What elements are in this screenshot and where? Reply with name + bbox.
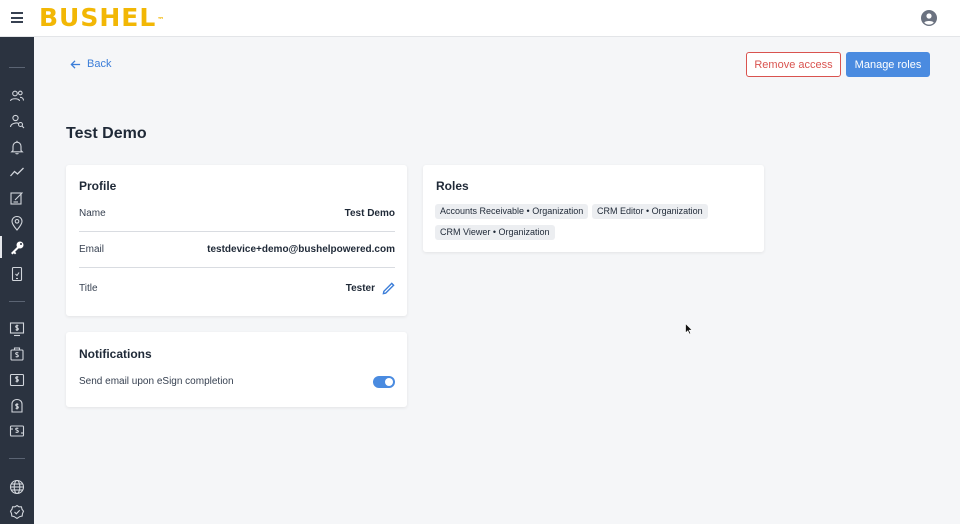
profile-card: Profile Name Test Demo Email testdevice+…	[66, 165, 407, 316]
money-bag-icon[interactable]	[9, 346, 25, 362]
email-value: testdevice+demo@bushelpowered.com	[207, 244, 395, 255]
mouse-cursor-icon	[685, 323, 693, 335]
hamburger-icon[interactable]	[11, 12, 23, 23]
esign-email-toggle[interactable]	[373, 376, 395, 388]
mobile-device-icon[interactable]	[9, 266, 25, 282]
remove-access-button[interactable]: Remove access	[746, 52, 841, 77]
back-label: Back	[87, 58, 112, 70]
roles-card: Roles Accounts Receivable • Organization…	[423, 165, 764, 252]
money-display-icon[interactable]	[9, 321, 25, 337]
logo-trademark: ™	[157, 16, 166, 24]
sidebar	[0, 37, 34, 524]
sidebar-divider	[9, 458, 25, 459]
title-label: Title	[79, 283, 98, 294]
users-group-icon[interactable]	[9, 88, 25, 104]
esign-email-label: Send email upon eSign completion	[79, 376, 234, 387]
check-badge-icon[interactable]	[9, 504, 25, 520]
pencil-edit-icon[interactable]	[382, 282, 395, 295]
role-chip: Accounts Receivable • Organization	[435, 204, 589, 219]
name-label: Name	[79, 208, 106, 219]
back-link[interactable]: Back	[70, 58, 111, 70]
logo-text: BUSHEL	[39, 3, 157, 32]
bushel-logo[interactable]: BUSHEL™	[39, 4, 165, 32]
row-divider	[79, 267, 395, 268]
title-value: Tester	[345, 283, 375, 294]
sidebar-divider	[9, 67, 25, 68]
row-divider	[79, 231, 395, 232]
money-card-icon[interactable]	[9, 372, 25, 388]
notifications-heading: Notifications	[79, 347, 152, 361]
manage-roles-button[interactable]: Manage roles	[846, 52, 930, 77]
notifications-card: Notifications Send email upon eSign comp…	[66, 332, 407, 407]
top-bar: BUSHEL™	[0, 0, 960, 37]
profile-heading: Profile	[79, 179, 117, 193]
page-title: Test Demo	[66, 125, 147, 142]
edit-form-icon[interactable]	[9, 190, 25, 206]
money-transfer-icon[interactable]	[9, 423, 25, 439]
name-value: Test Demo	[344, 208, 395, 219]
money-safe-icon[interactable]	[9, 398, 25, 414]
roles-heading: Roles	[436, 179, 469, 193]
account-circle-icon[interactable]	[921, 10, 937, 26]
role-chip: CRM Viewer • Organization	[435, 225, 555, 240]
arrow-left-icon	[70, 59, 81, 69]
sidebar-divider	[9, 301, 25, 302]
location-pin-icon[interactable]	[9, 215, 25, 231]
user-search-icon[interactable]	[9, 113, 25, 129]
bell-icon[interactable]	[9, 139, 25, 155]
sidebar-active-indicator	[0, 236, 2, 258]
toggle-knob	[385, 378, 393, 386]
trend-line-icon[interactable]	[9, 164, 25, 180]
email-label: Email	[79, 244, 105, 255]
key-icon[interactable]	[9, 240, 25, 256]
role-chip: CRM Editor • Organization	[592, 204, 708, 219]
globe-icon[interactable]	[9, 479, 25, 495]
